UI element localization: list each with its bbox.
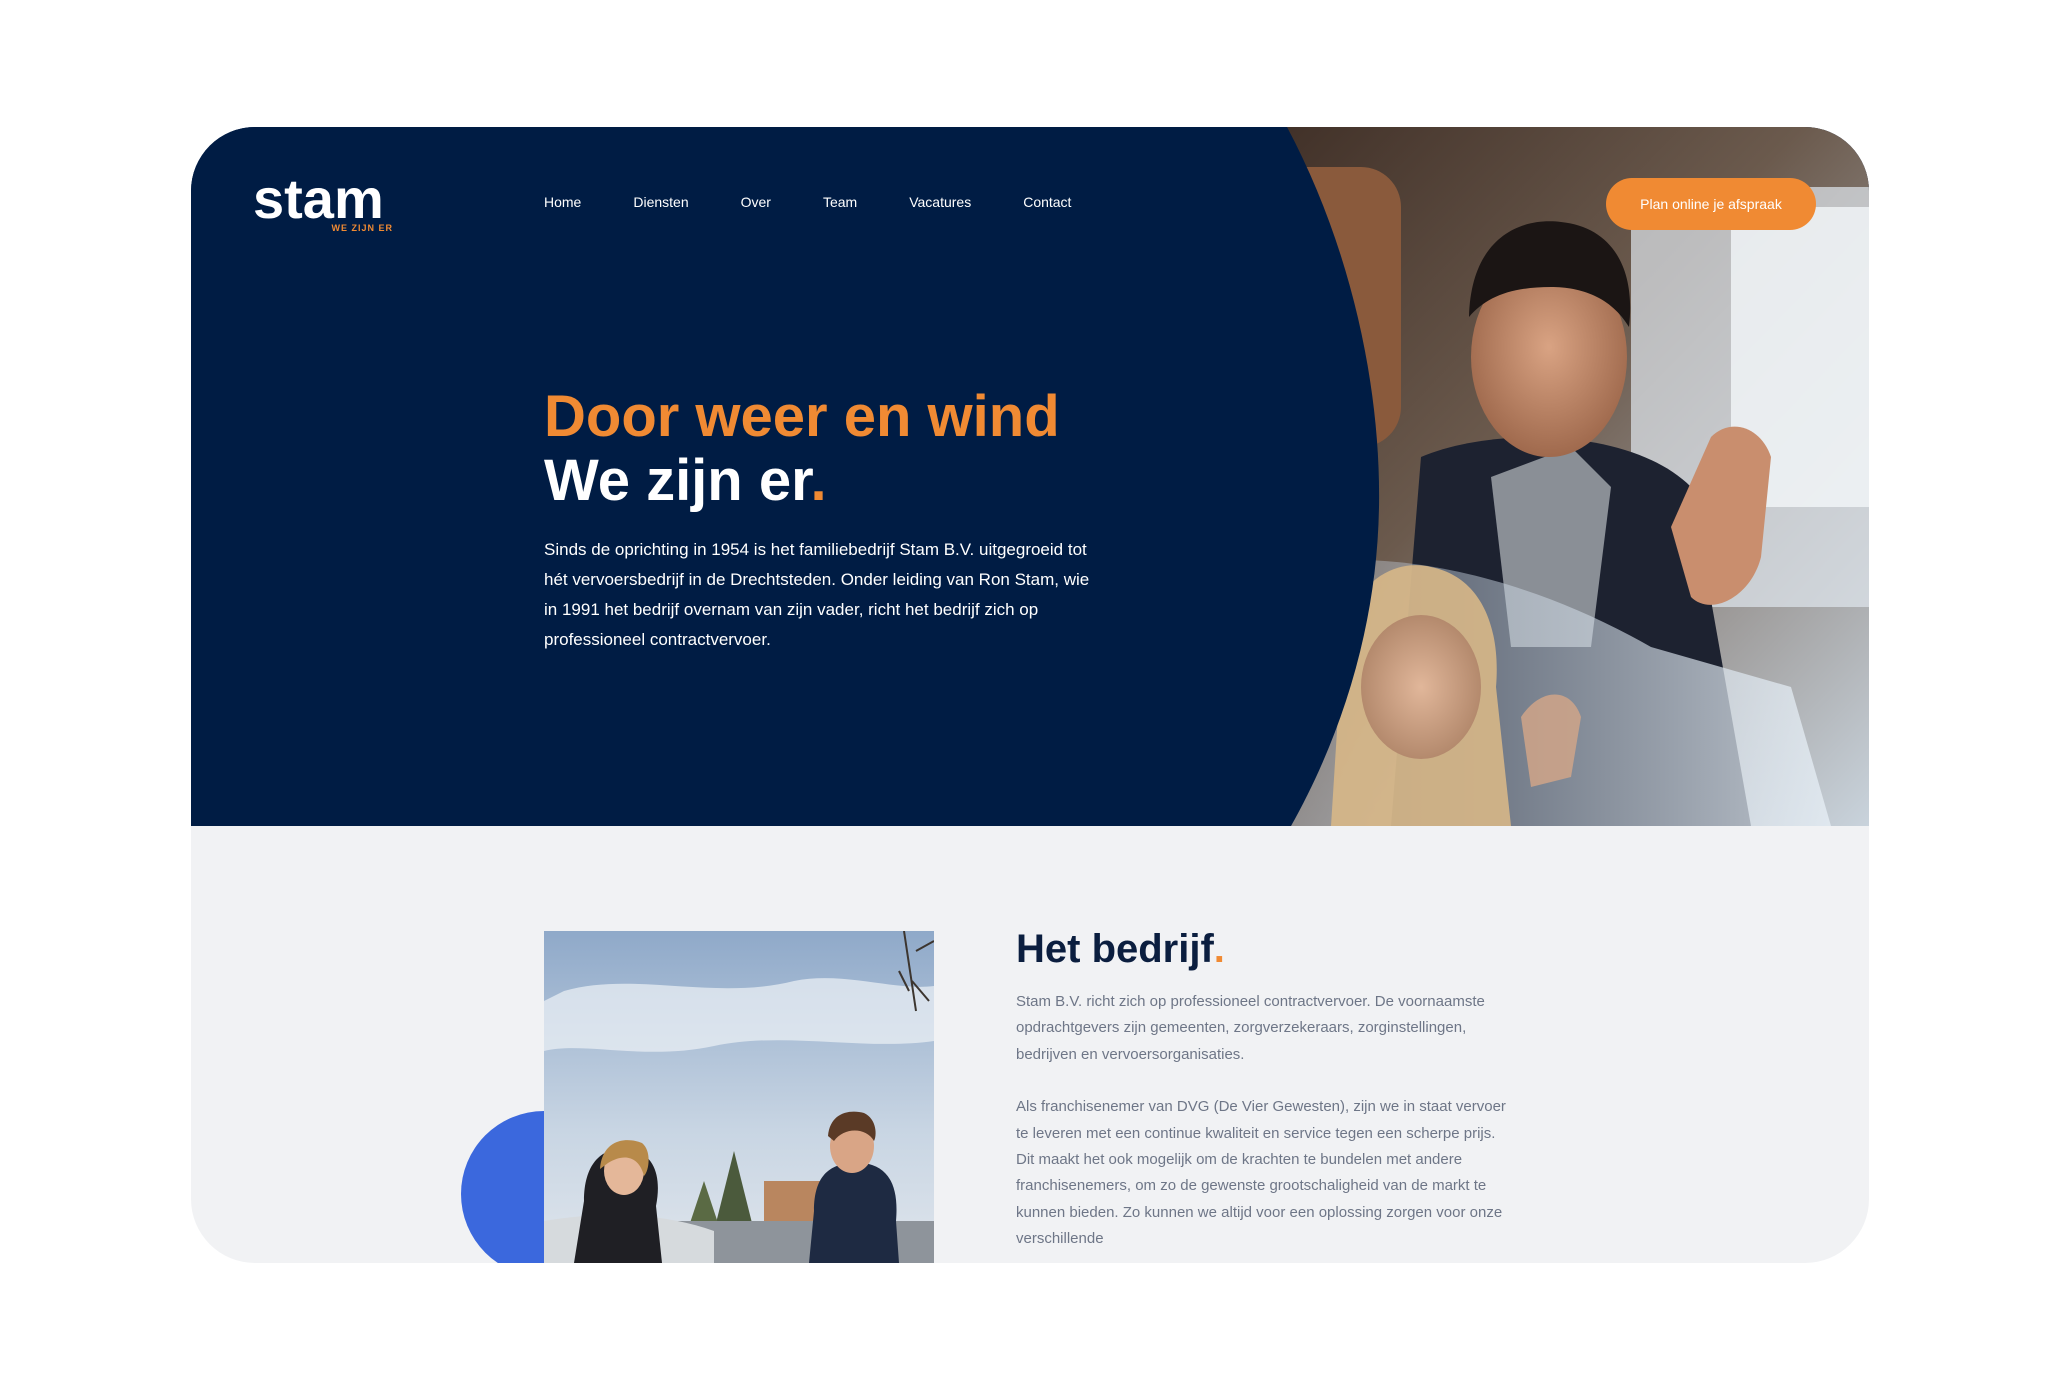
about-paragraph-1: Stam B.V. richt zich op professioneel co… bbox=[1016, 993, 1485, 1063]
main-nav: Home Diensten Over Team Vacatures Contac… bbox=[544, 194, 1071, 210]
nav-vacatures[interactable]: Vacatures bbox=[909, 194, 971, 210]
nav-team[interactable]: Team bbox=[823, 194, 857, 210]
hero-headline: Door weer en wind We zijn er. bbox=[544, 385, 1060, 513]
website-frame: stam WE ZIJN ER Home Diensten Over Team … bbox=[191, 127, 1869, 1263]
logo-wordmark: stam bbox=[253, 167, 384, 230]
about-paragraph-2: Als franchisenemer van DVG (De Vier Gewe… bbox=[1016, 1098, 1506, 1248]
nav-diensten[interactable]: Diensten bbox=[633, 194, 688, 210]
headline-line-1: Door weer en wind bbox=[544, 384, 1060, 449]
logo[interactable]: stam WE ZIJN ER bbox=[253, 167, 403, 234]
nav-over[interactable]: Over bbox=[741, 194, 771, 210]
about-photo bbox=[544, 931, 934, 1263]
nav-contact[interactable]: Contact bbox=[1023, 194, 1071, 210]
nav-home[interactable]: Home bbox=[544, 194, 581, 210]
hero-intro-text: Sinds de oprichting in 1954 is het famil… bbox=[544, 540, 1090, 649]
about-title: Het bedrijf. bbox=[1016, 927, 1225, 971]
logo-tagline: WE ZIJN ER bbox=[331, 223, 393, 233]
hero-section: stam WE ZIJN ER Home Diensten Over Team … bbox=[191, 127, 1869, 826]
headline-line-2: We zijn er. bbox=[544, 448, 827, 513]
plan-appointment-button[interactable]: Plan online je afspraak bbox=[1606, 178, 1816, 230]
about-text: Stam B.V. richt zich op professioneel co… bbox=[1016, 989, 1506, 1263]
